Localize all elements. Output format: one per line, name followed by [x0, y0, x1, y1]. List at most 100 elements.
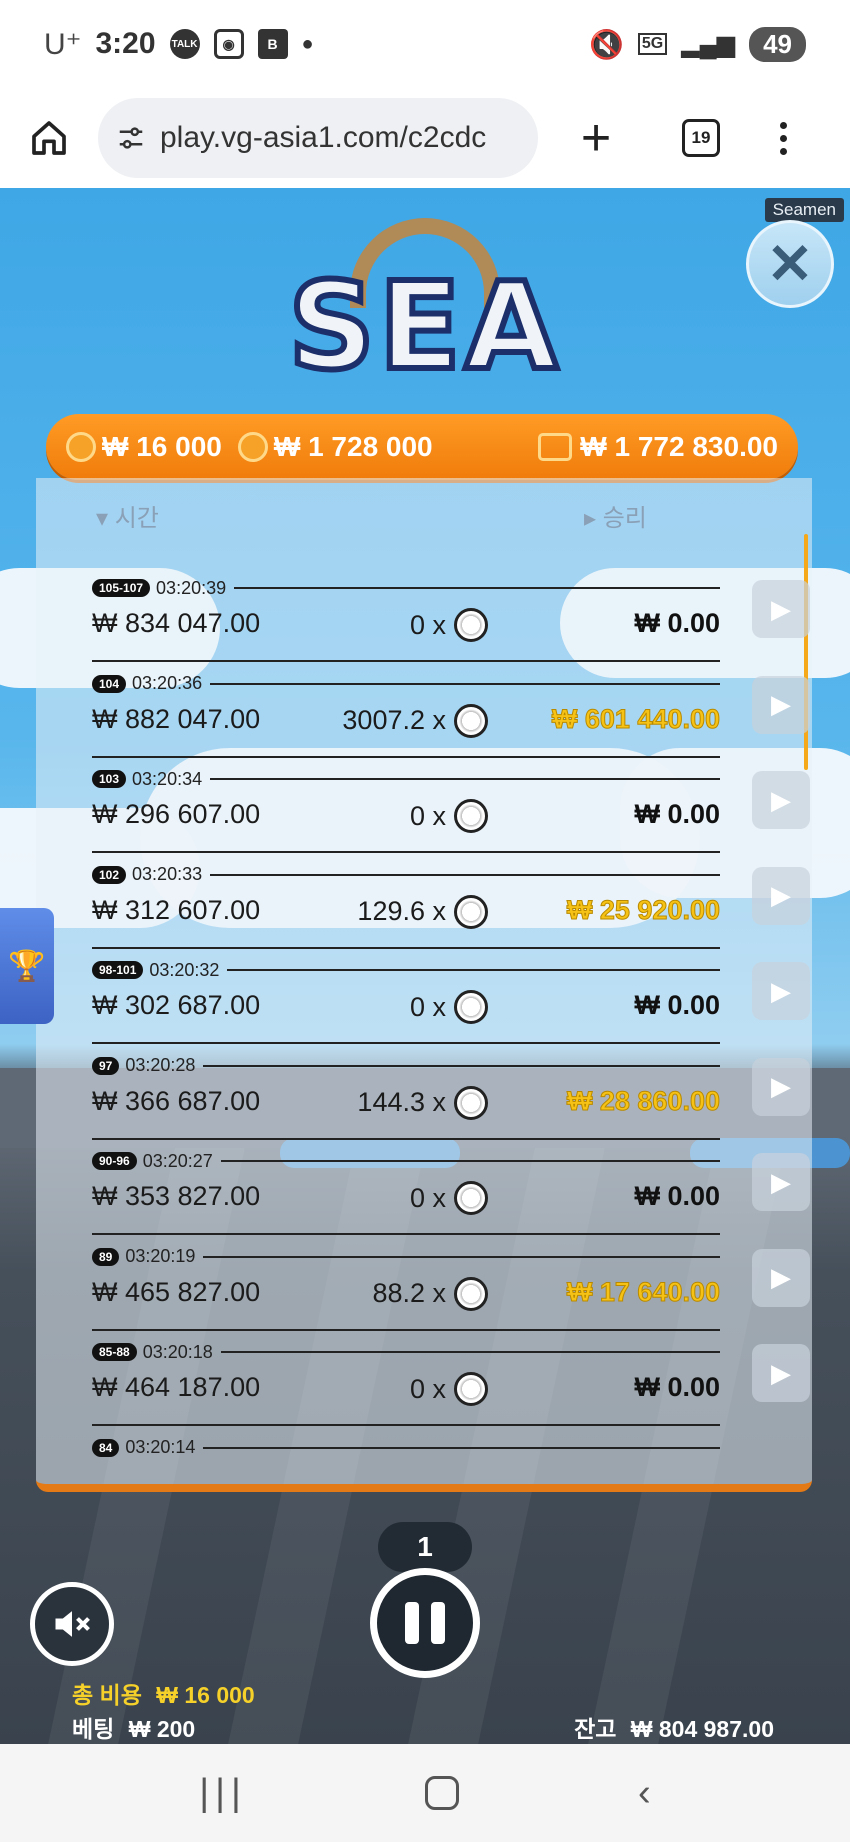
history-row: 104 03:20:36 ₩ 882 047.00 3007.2 x ₩ 601 440…: [92, 672, 810, 767]
total-cost-label: 총 비용: [72, 1682, 142, 1708]
history-row: 90-96 03:20:27 ₩ 353 827.00 0 x ₩ 0.00 ▶: [92, 1149, 810, 1244]
url-text[interactable]: play.vg-asia1.com/c2cdc: [160, 121, 486, 155]
total-cost-value: ₩ 16 000: [156, 1682, 255, 1708]
row-time: 03:20:34: [132, 768, 203, 789]
new-tab-button[interactable]: +: [568, 112, 624, 164]
round-badge: 104: [92, 674, 127, 693]
row-divider: [227, 969, 720, 971]
address-bar[interactable]: play.vg-asia1.com/c2cdc: [98, 98, 538, 178]
sort-by-win[interactable]: ▸ 승리: [584, 498, 647, 533]
history-header: ▾ 시간 ▸ 승리: [36, 498, 812, 538]
history-row: 85-88 03:20:18 ₩ 464 187.00 0 x ₩ 0.00 ▶: [92, 1340, 810, 1435]
leaderboard-tab[interactable]: 🏆: [0, 908, 54, 1024]
wallet: ₩ 1 772 830.00: [538, 431, 778, 463]
history-row: 98-101 03:20:32 ₩ 302 687.00 0 x ₩ 0.00 ▶: [92, 958, 810, 1053]
row-balance: ₩ 366 687.00: [92, 1085, 261, 1116]
round-counter: 1: [378, 1522, 472, 1572]
row-multiplier: 0 x: [282, 990, 488, 1024]
play-icon: ▶: [771, 975, 791, 1006]
bet-label: 베팅: [72, 1716, 115, 1742]
bet-value: ₩ 200: [128, 1716, 196, 1742]
row-balance: ₩ 312 607.00: [92, 894, 261, 925]
row-win: ₩ 0.00: [634, 1372, 720, 1402]
row-win: ₩ 0.00: [634, 608, 720, 638]
row-multiplier: 3007.2 x: [282, 703, 488, 738]
sort-by-time[interactable]: ▾ 시간: [96, 498, 159, 533]
row-divider: [210, 682, 720, 685]
row-divider: [92, 851, 720, 853]
mute-icon: [55, 1611, 90, 1637]
provider-label: Seamen: [764, 198, 844, 222]
total-win-value: ₩ 1 728 000: [273, 431, 433, 462]
game-canvas: Seamen ✕ SEA ₩ 16 000 ₩ 1 728 000 ₩ 1 77…: [0, 188, 850, 1744]
status-bar: U⁺ 3:20 TALK ◉ B ● 🔇 5G ▂▄▆ 49: [0, 0, 850, 88]
row-divider: [92, 1042, 720, 1044]
mute-status-icon: 🔇: [588, 28, 624, 60]
coin-icon: [454, 894, 488, 929]
row-divider: [220, 1351, 720, 1353]
row-multiplier: 0 x: [282, 1372, 488, 1406]
history-row: 89 03:20:19 ₩ 465 827.00 88.2 x ₩ 17 640.00 ▶: [92, 1245, 810, 1340]
replay-button[interactable]: ▶: [752, 675, 810, 734]
history-panel: ▾ 시간 ▸ 승리 105-107 03:20:39 ₩ 834 047.00 0 x…: [36, 478, 812, 1492]
row-meta: 85-88 03:20:18: [92, 1340, 720, 1364]
browser-toolbar: play.vg-asia1.com/c2cdc + 19: [0, 88, 850, 188]
row-win: ₩ 17 640.00: [566, 1276, 720, 1307]
plus-icon: +: [580, 109, 612, 167]
history-row: 103 03:20:34 ₩ 296 607.00 0 x ₩ 0.00 ▶: [92, 767, 810, 862]
row-time: 03:20:18: [142, 1341, 213, 1362]
mute-button[interactable]: [30, 1582, 114, 1666]
tune-icon[interactable]: [116, 123, 146, 153]
row-multiplier: 144.3 x: [282, 1085, 488, 1120]
row-divider: [92, 1328, 720, 1331]
back-button[interactable]: ‹: [638, 1772, 651, 1815]
row-divider: [210, 873, 720, 876]
coin-icon: [454, 703, 488, 738]
replay-button[interactable]: ▶: [752, 1153, 810, 1211]
round-badge: 90-96: [92, 1152, 137, 1170]
total-bet: ₩ 16 000: [66, 431, 222, 463]
play-icon: ▶: [771, 689, 791, 719]
recent-apps-button[interactable]: |||: [199, 1772, 247, 1815]
home-button[interactable]: [24, 113, 74, 163]
row-divider: [203, 1255, 720, 1258]
replay-button[interactable]: ▶: [752, 1248, 810, 1307]
replay-button[interactable]: ▶: [752, 866, 810, 925]
coin-icon: [454, 1181, 488, 1215]
row-balance: ₩ 464 187.00: [92, 1372, 261, 1402]
scrollbar[interactable]: [804, 534, 808, 770]
more-vert-icon[interactable]: [780, 121, 787, 155]
row-balance: ₩ 834 047.00: [92, 608, 261, 638]
pause-button[interactable]: [370, 1568, 480, 1678]
replay-button[interactable]: ▶: [752, 580, 810, 638]
row-multiplier: 0 x: [282, 1181, 488, 1215]
round-badge: 105-107: [92, 579, 151, 597]
totals-bar: ₩ 16 000 ₩ 1 728 000 ₩ 1 772 830.00: [46, 414, 798, 480]
replay-button[interactable]: ▶: [752, 962, 810, 1020]
logo-text: SEA: [285, 255, 562, 400]
row-time: 03:20:33: [132, 864, 203, 884]
row-divider: [92, 1424, 720, 1426]
tab-switcher-button[interactable]: 19: [682, 119, 720, 157]
row-divider: [92, 660, 720, 662]
battery-indicator: 49: [749, 26, 806, 62]
screenshot-icon: ◉: [213, 29, 244, 59]
replay-button[interactable]: ▶: [752, 1057, 810, 1116]
trophy-icon: 🏆: [8, 949, 46, 983]
coin-icon: [454, 1085, 488, 1120]
coin-icon: [237, 432, 268, 462]
replay-button[interactable]: ▶: [752, 771, 810, 829]
home-nav-button[interactable]: [425, 1776, 460, 1810]
row-balance: ₩ 302 687.00: [92, 990, 261, 1020]
replay-button[interactable]: ▶: [752, 1344, 810, 1402]
row-win: ₩ 601 440.00: [551, 703, 720, 734]
row-multiplier: 88.2 x: [282, 1276, 488, 1311]
round-badge: 98-101: [92, 961, 144, 979]
row-meta: 98-101 03:20:32: [92, 958, 720, 982]
balance-value: ₩ 804 987.00: [630, 1716, 774, 1742]
row-meta: 89 03:20:19: [92, 1245, 720, 1269]
home-icon: [32, 121, 66, 155]
row-divider: [203, 1446, 720, 1449]
row-balance: ₩ 465 827.00: [92, 1276, 261, 1307]
close-button[interactable]: ✕: [746, 220, 834, 308]
